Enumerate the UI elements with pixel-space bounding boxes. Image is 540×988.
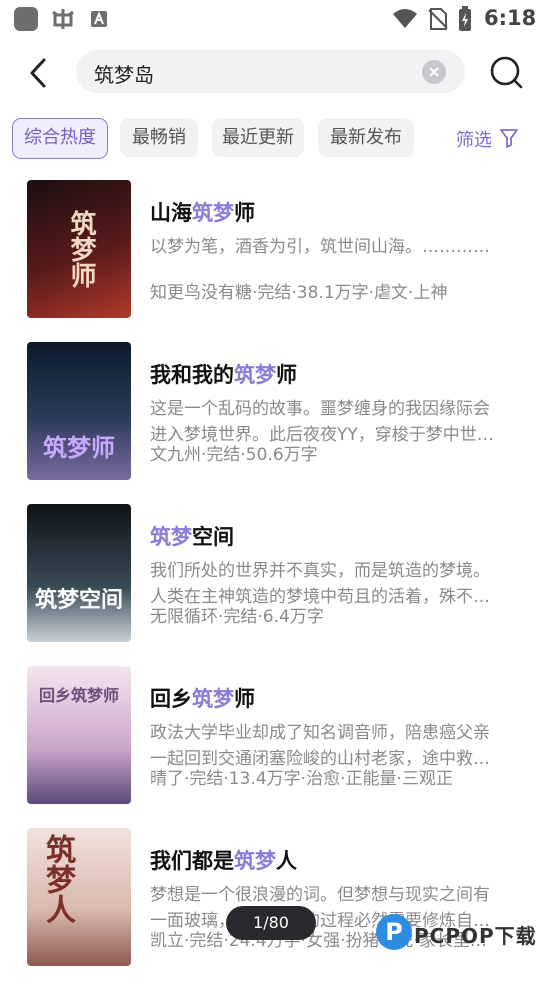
filter-button[interactable]: 筛选 (456, 126, 518, 152)
battery-charging-icon (459, 6, 471, 31)
book-meta: 无限循环·完结·6.4万字 (150, 607, 324, 627)
wifi-icon (393, 9, 417, 28)
search-query[interactable]: 筑梦岛 (94, 59, 154, 88)
book-meta: 晴了·完结·13.4万字·治愈·正能量·三观正 (150, 769, 453, 789)
a-badge-icon (91, 11, 107, 27)
status-bar: 6:18 (0, 0, 540, 38)
book-title[interactable]: 我和我的筑梦师 (150, 359, 297, 389)
book-cover[interactable]: 回乡筑梦师 (27, 666, 131, 804)
search-icon[interactable] (488, 54, 524, 90)
filter-label: 筛选 (456, 130, 492, 151)
book-description: 以梦为笔，酒香为引，筑世间山海。………… (150, 237, 490, 257)
sort-chip-hot[interactable]: 综合热度 (12, 118, 108, 159)
cover-title: 筑梦师 (66, 210, 96, 288)
list-item[interactable]: 筑梦空间 筑梦空间 我们所处的世界并不真实，而是筑造的梦境。 人类在主神筑造的梦境… (0, 502, 540, 664)
funnel-icon (500, 129, 518, 148)
cover-title: 回乡筑梦师 (38, 686, 119, 705)
sort-chip-newest[interactable]: 最新发布 (318, 118, 414, 157)
list-item[interactable]: 筑梦师 山海筑梦师 以梦为笔，酒香为引，筑世间山海。………… 知更鸟没有糖·完结… (0, 178, 540, 340)
cover-title: 筑梦人 (40, 834, 75, 924)
sort-chip-updated[interactable]: 最近更新 (212, 118, 304, 157)
book-meta: 知更鸟没有糖·完结·38.1万字·虐文·上神 (150, 283, 448, 303)
book-meta: 文九州·完结·50.6万字 (150, 445, 318, 465)
search-input[interactable]: 筑梦岛 (76, 50, 465, 93)
book-title[interactable]: 山海筑梦师 (150, 197, 255, 227)
clock: 6:18 (484, 6, 537, 30)
cover-title: 筑梦师 (43, 434, 115, 462)
book-title[interactable]: 回乡筑梦师 (150, 683, 255, 713)
book-cover[interactable]: 筑梦师 (27, 180, 131, 318)
book-title[interactable]: 我们都是筑梦人 (150, 845, 297, 875)
back-chevron-icon[interactable] (24, 56, 54, 90)
clear-icon[interactable] (422, 60, 446, 84)
book-title[interactable]: 筑梦空间 (150, 521, 234, 551)
sort-chip-bestseller[interactable]: 最畅销 (120, 118, 198, 157)
watermark-text: PCPOP下载 (414, 924, 537, 948)
book-cover[interactable]: 筑梦空间 (27, 504, 131, 642)
app-square-icon (14, 7, 38, 31)
no-sim-icon (428, 8, 448, 30)
bug-icon (52, 9, 74, 29)
list-item[interactable]: 回乡筑梦师 回乡筑梦师 政法大学毕业却成了知名调音师，陪患癌父亲 一起回到交通闭塞… (0, 664, 540, 826)
watermark-logo: P (376, 914, 412, 950)
list-item[interactable]: 筑梦师 我和我的筑梦师 这是一个乱码的故事。噩梦缠身的我因缘际会 进入梦境世界。此… (0, 340, 540, 502)
book-cover[interactable]: 筑梦人 (27, 828, 131, 966)
watermark: P PCPOP下载 (372, 912, 540, 960)
book-cover[interactable]: 筑梦师 (27, 342, 131, 480)
page-indicator: 1/80 (226, 906, 316, 940)
cover-title: 筑梦空间 (34, 588, 123, 613)
